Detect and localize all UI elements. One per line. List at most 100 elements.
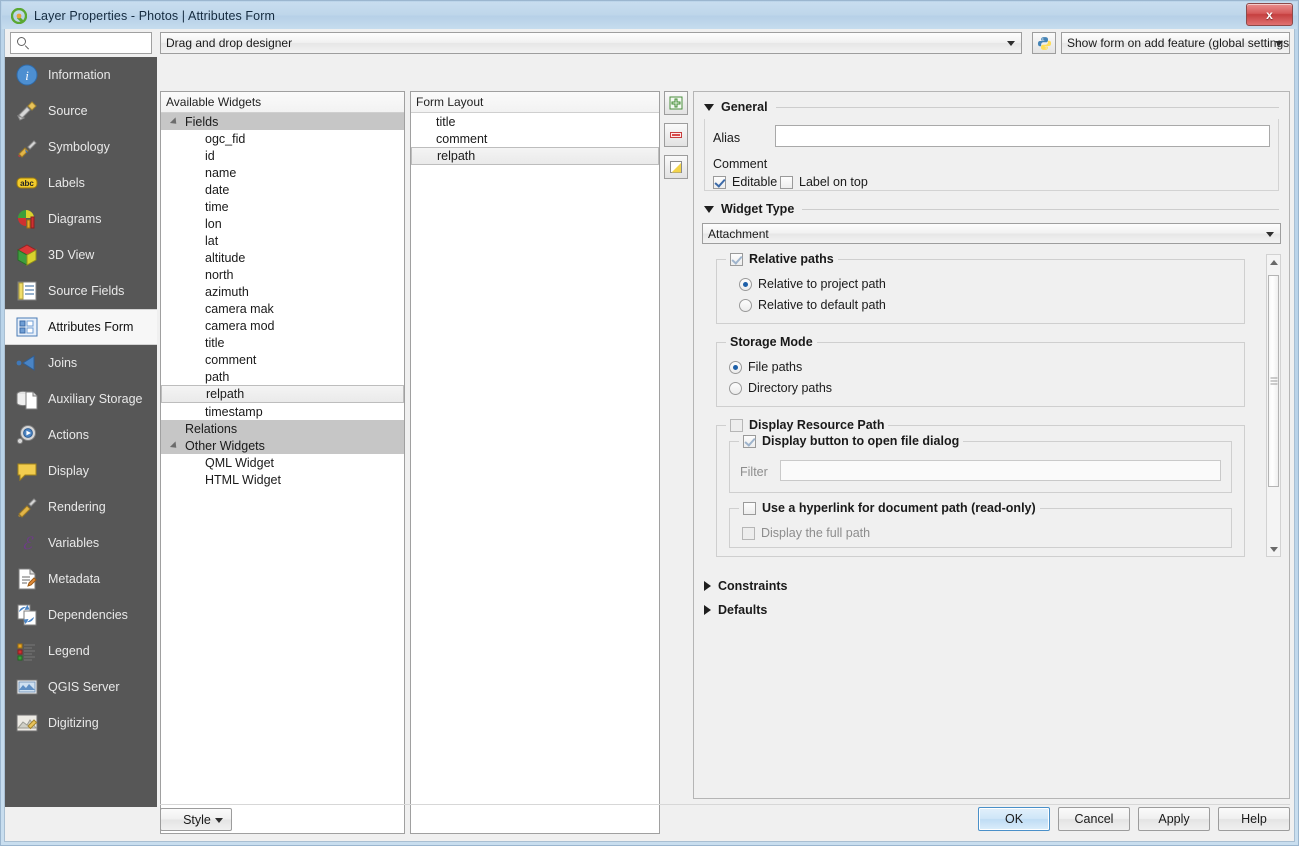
directory-paths-radio[interactable] (729, 381, 742, 395)
tree-field-row[interactable]: HTML Widget (161, 471, 404, 488)
tree-field-row[interactable]: timestamp (161, 403, 404, 420)
ok-button[interactable]: OK (978, 807, 1050, 831)
sidebar-item-variables[interactable]: ℰ Variables (5, 525, 157, 561)
display-button-file-dialog-checkbox[interactable] (743, 434, 756, 448)
alias-field[interactable] (775, 125, 1270, 147)
form-layout-list[interactable]: title comment relpath (411, 113, 659, 833)
cancel-button[interactable]: Cancel (1058, 807, 1130, 831)
sidebar-item-qgis-server[interactable]: QGIS Server (5, 669, 157, 705)
sidebar-item-information[interactable]: i Information (5, 57, 157, 93)
tree-field-row[interactable]: path (161, 368, 404, 385)
tree-field-row[interactable]: north (161, 266, 404, 283)
widget-config-scrollbar[interactable] (1266, 254, 1281, 557)
general-section-toggle[interactable]: General (704, 100, 1279, 114)
label-on-top-checkbox-row[interactable]: Label on top (780, 175, 868, 189)
style-button[interactable]: Style (160, 808, 232, 831)
designer-mode-select[interactable]: Drag and drop designer (160, 32, 1022, 54)
form-layout-row[interactable]: relpath (411, 147, 659, 165)
sidebar-item-digitizing[interactable]: Digitizing (5, 705, 157, 741)
tree-group-row[interactable]: Other Widgets (161, 437, 404, 454)
sidebar-item-3d-view[interactable]: 3D View (5, 237, 157, 273)
close-icon[interactable]: x (1246, 3, 1293, 26)
help-button[interactable]: Help (1218, 807, 1290, 831)
sidebar-item-attributes-form[interactable]: Attributes Form (5, 309, 157, 345)
edit-button[interactable] (664, 155, 688, 179)
tree-field-row[interactable]: comment (161, 351, 404, 368)
tree-field-row[interactable]: QML Widget (161, 454, 404, 471)
file-paths-row[interactable]: File paths (729, 360, 802, 374)
hyperlink-checkbox[interactable] (743, 501, 756, 515)
sidebar-item-legend[interactable]: Legend (5, 633, 157, 669)
widget-type-section-toggle[interactable]: Widget Type (704, 202, 1279, 216)
display-button-file-dialog-title-row[interactable]: Display button to open file dialog (739, 434, 964, 448)
sidebar-item-display[interactable]: Display (5, 453, 157, 489)
tree-field-row[interactable]: name (161, 164, 404, 181)
sidebar-item-source[interactable]: Source (5, 93, 157, 129)
form-layout-row[interactable]: title (411, 113, 659, 130)
sidebar-item-source-fields[interactable]: Source Fields (5, 273, 157, 309)
relative-paths-title-row[interactable]: Relative paths (726, 252, 838, 266)
display-resource-path-checkbox[interactable] (730, 418, 743, 432)
relative-to-default-row[interactable]: Relative to default path (739, 298, 886, 312)
tree-field-row[interactable]: camera mod (161, 317, 404, 334)
directory-paths-row[interactable]: Directory paths (729, 381, 832, 395)
sidebar-item-rendering[interactable]: Rendering (5, 489, 157, 525)
filter-field[interactable] (780, 460, 1221, 481)
scrollbar-thumb[interactable] (1268, 275, 1279, 487)
apply-button[interactable]: Apply (1138, 807, 1210, 831)
tree-group-row[interactable]: Fields (161, 113, 404, 130)
sidebar-item-actions[interactable]: Actions (5, 417, 157, 453)
display-full-path-checkbox[interactable] (742, 526, 755, 540)
defaults-section-toggle[interactable]: Defaults (704, 603, 767, 617)
scroll-up-button[interactable] (1267, 255, 1280, 269)
editable-checkbox-row[interactable]: Editable (713, 175, 777, 189)
tree-field-row[interactable]: altitude (161, 249, 404, 266)
sidebar-item-auxiliary-storage[interactable]: Auxiliary Storage (5, 381, 157, 417)
filter-input[interactable] (781, 461, 1220, 480)
display-resource-path-title-row[interactable]: Display Resource Path (726, 418, 889, 432)
python-init-code-button[interactable] (1032, 32, 1056, 54)
tree-field-row[interactable]: lon (161, 215, 404, 232)
available-widgets-tree[interactable]: Fields ogc_fid id name date time lon lat altitud… (161, 113, 404, 833)
label-on-top-checkbox[interactable] (780, 175, 793, 189)
relative-to-default-radio[interactable] (739, 298, 752, 312)
form-display-mode-select[interactable]: Show form on add feature (global setting… (1061, 32, 1290, 54)
alias-input[interactable] (776, 126, 1269, 146)
relative-paths-checkbox[interactable] (730, 252, 743, 266)
expander-triangle-icon[interactable] (169, 116, 180, 127)
section-divider (802, 208, 1279, 210)
expander-triangle-icon[interactable] (169, 440, 180, 451)
add-container-button[interactable] (664, 91, 688, 115)
display-full-path-row[interactable]: Display the full path (742, 526, 870, 540)
constraints-section-toggle[interactable]: Constraints (704, 579, 787, 593)
tree-field-row[interactable]: date (161, 181, 404, 198)
sidebar-item-metadata[interactable]: Metadata (5, 561, 157, 597)
tree-group-row[interactable]: Relations (161, 420, 404, 437)
hyperlink-title-row[interactable]: Use a hyperlink for document path (read-… (739, 501, 1040, 515)
scroll-down-button[interactable] (1267, 542, 1280, 556)
tree-field-row[interactable]: ogc_fid (161, 130, 404, 147)
sidebar-item-dependencies[interactable]: Dependencies (5, 597, 157, 633)
search-box[interactable] (10, 32, 193, 54)
sidebar-item-labels[interactable]: abc Labels (5, 165, 157, 201)
tree-field-row[interactable]: id (161, 147, 404, 164)
tree-field-row[interactable]: relpath (161, 385, 404, 403)
widget-type-select[interactable]: Attachment (702, 223, 1281, 244)
relative-to-project-radio[interactable] (739, 277, 752, 291)
tree-field-row[interactable]: camera mak (161, 300, 404, 317)
sidebar-item-joins[interactable]: Joins (5, 345, 157, 381)
tree-field-row[interactable]: time (161, 198, 404, 215)
available-widgets-header: Available Widgets (161, 92, 404, 113)
form-layout-row[interactable]: comment (411, 130, 659, 147)
file-paths-radio[interactable] (729, 360, 742, 374)
relative-to-project-row[interactable]: Relative to project path (739, 277, 886, 291)
tree-field-row[interactable]: title (161, 334, 404, 351)
triangle-right-icon (704, 581, 711, 591)
sidebar-item-symbology[interactable]: Symbology (5, 129, 157, 165)
tree-field-row[interactable]: lat (161, 232, 404, 249)
digitizing-icon (16, 714, 38, 732)
sidebar-item-diagrams[interactable]: Diagrams (5, 201, 157, 237)
remove-button[interactable] (664, 123, 688, 147)
tree-field-row[interactable]: azimuth (161, 283, 404, 300)
editable-checkbox[interactable] (713, 175, 726, 189)
